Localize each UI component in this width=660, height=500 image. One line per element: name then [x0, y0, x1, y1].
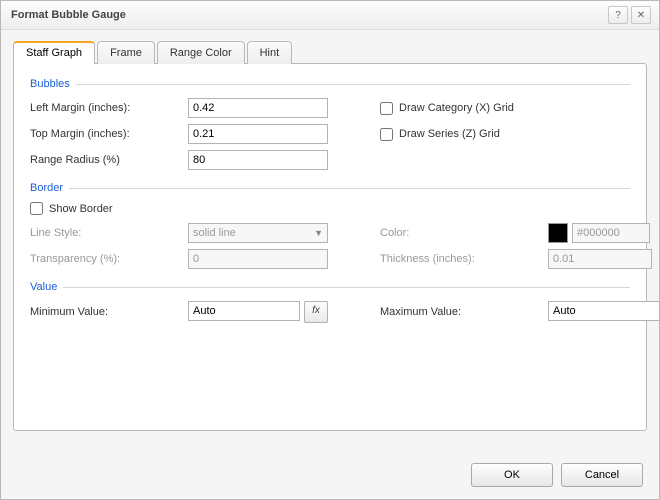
tabs-row: Staff Graph Frame Range Color Hint — [13, 40, 647, 63]
legend-bubbles-text: Bubbles — [30, 78, 70, 90]
tab-staff-graph[interactable]: Staff Graph — [13, 41, 95, 64]
tab-hint[interactable]: Hint — [247, 41, 293, 64]
section-bubbles: Bubbles Left Margin (inches): Draw Categ… — [30, 78, 630, 170]
titlebar: Format Bubble Gauge ? ✕ — [1, 1, 659, 30]
checkbox-draw-category-grid-box[interactable] — [380, 102, 393, 115]
checkbox-draw-series-grid-box[interactable] — [380, 128, 393, 141]
tab-frame[interactable]: Frame — [97, 41, 155, 64]
input-min-value[interactable] — [188, 301, 300, 321]
fx-button-min[interactable]: fx — [304, 301, 328, 323]
legend-border-text: Border — [30, 182, 63, 194]
legend-bubbles: Bubbles — [30, 78, 630, 90]
label-top-margin: Top Margin (inches): — [30, 128, 180, 140]
label-left-margin: Left Margin (inches): — [30, 102, 180, 114]
color-field — [548, 223, 660, 243]
checkbox-show-border[interactable]: Show Border — [30, 202, 630, 215]
border-grid: Line Style: solid line ▼ Color: Transpar… — [30, 223, 630, 269]
tab-range-color[interactable]: Range Color — [157, 41, 245, 64]
label-max-value: Maximum Value: — [380, 306, 540, 318]
divider — [76, 84, 630, 85]
value-grid: Minimum Value: fx Maximum Value: fx — [30, 301, 630, 323]
checkbox-draw-series-grid[interactable]: Draw Series (Z) Grid — [380, 128, 540, 141]
dialog-title: Format Bubble Gauge — [11, 9, 605, 21]
input-color-hex — [572, 223, 650, 243]
checkbox-draw-category-grid-label: Draw Category (X) Grid — [399, 102, 514, 114]
section-value: Value Minimum Value: fx Maximum Value: f… — [30, 281, 630, 323]
dialog-window: Format Bubble Gauge ? ✕ Staff Graph Fram… — [0, 0, 660, 500]
legend-border: Border — [30, 182, 630, 194]
input-thickness — [548, 249, 652, 269]
cancel-button[interactable]: Cancel — [561, 463, 643, 487]
divider — [69, 188, 630, 189]
divider — [63, 287, 630, 288]
select-line-style: solid line ▼ — [188, 223, 328, 243]
legend-value: Value — [30, 281, 630, 293]
dialog-button-row: OK Cancel — [1, 451, 659, 499]
input-top-margin[interactable] — [188, 124, 328, 144]
label-thickness: Thickness (inches): — [380, 253, 540, 265]
color-swatch — [548, 223, 568, 243]
section-border: Border Show Border Line Style: solid lin… — [30, 182, 630, 269]
chevron-down-icon: ▼ — [314, 228, 323, 238]
label-line-style: Line Style: — [30, 227, 180, 239]
label-color: Color: — [380, 227, 540, 239]
close-button[interactable]: ✕ — [631, 6, 651, 24]
dialog-body: Staff Graph Frame Range Color Hint Bubbl… — [1, 30, 659, 451]
input-max-value[interactable] — [548, 301, 660, 321]
input-transparency — [188, 249, 328, 269]
tab-panel-staff-graph: Bubbles Left Margin (inches): Draw Categ… — [13, 63, 647, 431]
checkbox-draw-series-grid-label: Draw Series (Z) Grid — [399, 128, 500, 140]
bubbles-grid: Left Margin (inches): Draw Category (X) … — [30, 98, 630, 170]
input-left-margin[interactable] — [188, 98, 328, 118]
checkbox-show-border-label: Show Border — [49, 203, 113, 215]
checkbox-show-border-box[interactable] — [30, 202, 43, 215]
legend-value-text: Value — [30, 281, 57, 293]
label-transparency: Transparency (%): — [30, 253, 180, 265]
select-line-style-value: solid line — [193, 227, 236, 239]
ok-button[interactable]: OK — [471, 463, 553, 487]
checkbox-draw-category-grid[interactable]: Draw Category (X) Grid — [380, 102, 540, 115]
label-range-radius: Range Radius (%) — [30, 154, 180, 166]
label-min-value: Minimum Value: — [30, 306, 180, 318]
help-button[interactable]: ? — [608, 6, 628, 24]
input-range-radius[interactable] — [188, 150, 328, 170]
